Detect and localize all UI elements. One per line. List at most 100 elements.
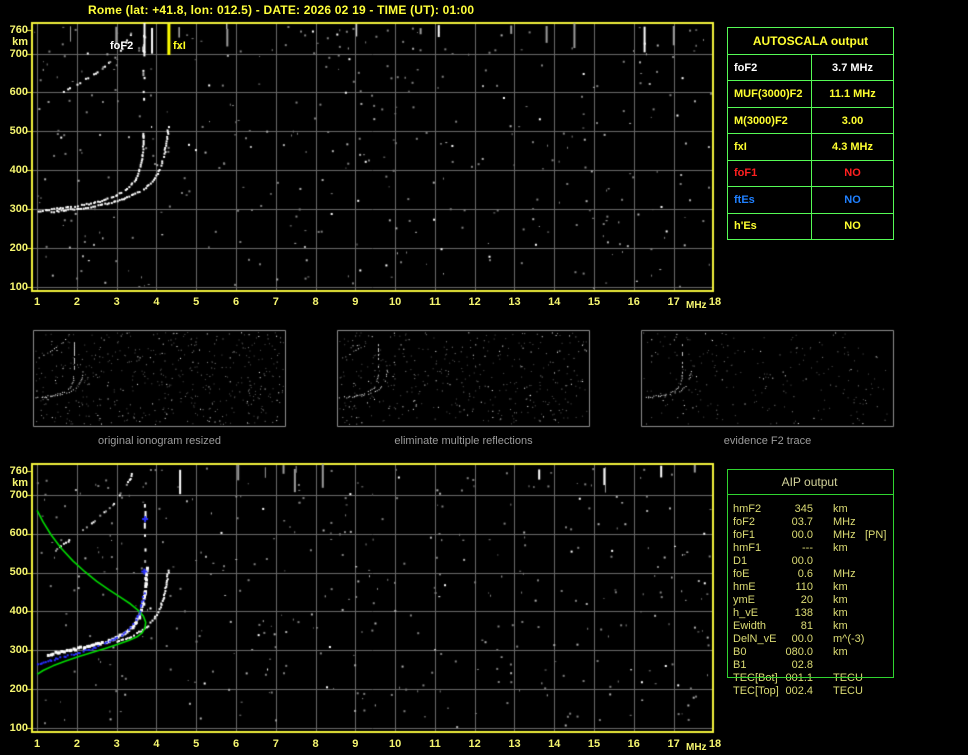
x-tick-label: 7 — [272, 737, 279, 750]
x-tick-label: 7 — [272, 296, 279, 308]
aip-value: 00.0 — [791, 633, 813, 645]
aip-label: hmE — [733, 581, 756, 593]
aip-row: DelN_vE 00.0 m^(-3) — [727, 633, 892, 646]
fof2-marker-label: foF2 — [110, 40, 134, 52]
x-tick-label: 12 — [468, 737, 481, 750]
aip-unit: MHz — [833, 568, 856, 580]
autoscala-row-value: NO — [844, 167, 861, 180]
x-tick-label: 1 — [34, 296, 41, 308]
aip-unit: m^(-3) — [833, 633, 865, 645]
aip-row: hmF1 --- km — [727, 542, 892, 555]
y-tick-label: 700 — [9, 47, 28, 60]
aip-value: 002.4 — [785, 685, 813, 697]
x-tick-label: 3 — [113, 737, 120, 750]
aip-label: B0 — [733, 646, 747, 658]
aip-row: TEC[Top] 002.4 TECU — [727, 685, 892, 698]
autoscala-row-label: foF1 — [728, 160, 812, 187]
aip-unit: MHz — [833, 529, 856, 541]
aip-value: 110 — [795, 581, 813, 593]
x-tick-label: 18 — [708, 737, 722, 750]
y-tick-label: 600 — [9, 86, 28, 99]
autoscala-row-label: MUF(3000)F2 — [728, 81, 812, 107]
aip-row: B1 02.8 — [727, 659, 892, 672]
x-tick-label: 5 — [193, 737, 200, 750]
aip-label: foE — [733, 568, 750, 580]
x-tick-label: 11 — [429, 737, 441, 750]
autoscala-app-window: { "title": "Rome (lat: +41.8, lon: 012.5… — [0, 0, 968, 755]
x-tick-label: 18 — [708, 296, 722, 308]
x-tick-label: 6 — [232, 296, 240, 308]
x-tick-label: 15 — [587, 296, 601, 308]
aip-row: ymE 20 km — [727, 594, 892, 607]
autoscala-row-value: 4.3 MHz — [832, 140, 873, 153]
aip-value: 00.0 — [791, 555, 813, 567]
aip-value: --- — [802, 542, 813, 554]
autoscala-row-label: fxI — [728, 134, 812, 160]
autoscala-row: MUF(3000)F2 11.1 MHz — [728, 81, 893, 108]
aip-unit: TECU — [833, 685, 863, 697]
aip-value: 81 — [800, 620, 813, 632]
y-tick-label: 500 — [9, 566, 28, 579]
aip-unit: km — [833, 503, 848, 515]
autoscala-row: foF1 NO — [728, 160, 893, 188]
aip-unit: km — [833, 607, 848, 619]
y-tick-label: 500 — [9, 125, 28, 138]
y-tick-label: 400 — [9, 605, 28, 618]
aip-extra: [PN] — [865, 529, 887, 541]
aip-value: 02.8 — [791, 659, 813, 671]
x-tick-label: 2 — [73, 737, 80, 750]
y-tick-label: 700 — [9, 488, 28, 501]
aip-row: B0 080.0 km — [727, 646, 892, 659]
aip-unit: TECU — [833, 672, 863, 684]
y-tick-label: 400 — [9, 164, 28, 177]
x-tick-label: 4 — [153, 737, 160, 750]
x-tick-label: 16 — [627, 296, 640, 308]
aip-unit: km — [833, 542, 848, 554]
x-tick-label: 4 — [153, 296, 160, 308]
aip-table-title: AIP output — [781, 475, 838, 489]
thumb-caption-eliminate: eliminate multiple reflections — [394, 435, 533, 447]
autoscala-table-rows: foF2 3.7 MHz MUF(3000)F2 11.1 MHz M(3000)F2 3… — [728, 55, 893, 239]
x-tick-label: 8 — [312, 296, 319, 308]
station-date-title: Rome (lat: +41.8, lon: 012.5) - DATE: 20… — [88, 3, 475, 17]
x-tick-label: 17 — [667, 296, 680, 308]
aip-row: TEC[Bot] 001.1 TECU — [727, 672, 892, 685]
aip-unit: km — [833, 620, 848, 632]
aip-label: ymE — [733, 594, 755, 606]
autoscala-row: M(3000)F2 3.00 — [728, 107, 893, 135]
aip-value: 080.0 — [785, 646, 813, 658]
aip-value: 345 — [794, 503, 813, 515]
aip-row: Ewidth 81 km — [727, 620, 892, 633]
aip-row: hmE 110 km — [727, 581, 892, 594]
x-tick-label: 9 — [352, 737, 359, 750]
autoscala-table-title: AUTOSCALA output — [728, 28, 893, 55]
thumb-caption-evidence: evidence F2 trace — [723, 435, 812, 447]
autoscala-row-value: NO — [844, 193, 861, 206]
x-tick-label: 2 — [73, 296, 80, 308]
aip-label: h_vE — [733, 607, 759, 619]
y-tick-label: 300 — [9, 644, 28, 657]
aip-row: hmF2 345 km — [727, 503, 892, 516]
aip-row: foF1 00.0 MHz [PN] — [727, 529, 892, 542]
autoscala-row-value: 3.00 — [841, 114, 864, 127]
aip-value: 20 — [800, 594, 813, 606]
y-tick-label: 200 — [9, 683, 28, 695]
x-tick-label: 5 — [193, 296, 200, 308]
x-tick-label: 17 — [667, 737, 680, 750]
x-tick-label: 12 — [468, 296, 481, 308]
x-tick-label: 8 — [312, 737, 319, 750]
aip-value: 0.6 — [797, 568, 813, 580]
x-tick-label: 11 — [429, 296, 441, 308]
autoscala-row-label: ftEs — [728, 187, 812, 213]
autoscala-row-label: foF2 — [728, 55, 812, 81]
x-tick-label: 13 — [508, 737, 521, 750]
aip-label: foF1 — [733, 529, 756, 541]
x-tick-label: 14 — [548, 296, 561, 308]
y-tick-label: km — [12, 36, 28, 48]
aip-table-rows: hmF2 345 km foF2 03.7 MHz foF1 00.0 MHz [PN] hmF1-… — [727, 503, 892, 698]
autoscala-output-table: AUTOSCALA output foF2 3.7 MHz MUF(3000)F2 1… — [727, 27, 894, 240]
x-tick-label: 14 — [548, 737, 561, 750]
x-tick-label: 10 — [388, 737, 402, 750]
autoscala-row: fxI 4.3 MHz — [728, 134, 893, 161]
aip-label: foF2 — [733, 516, 756, 528]
